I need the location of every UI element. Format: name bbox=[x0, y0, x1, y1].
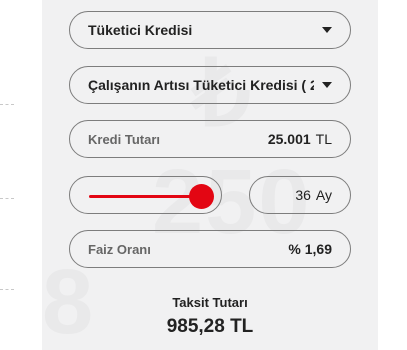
product-select[interactable]: Çalışanın Artısı Tüketici Kredisi ( 2... bbox=[69, 66, 351, 104]
caret-down-icon bbox=[322, 27, 332, 33]
term-slider-thumb[interactable] bbox=[189, 184, 214, 209]
right-page-strip bbox=[378, 0, 407, 350]
term-unit: Ay bbox=[315, 187, 332, 203]
loan-type-select[interactable]: Tüketici Kredisi bbox=[69, 11, 351, 49]
loan-amount-value[interactable]: 25.001 bbox=[268, 131, 311, 147]
loan-type-selected: Tüketici Kredisi bbox=[88, 22, 193, 38]
caret-down-icon bbox=[322, 82, 332, 88]
term-field[interactable]: 36 Ay bbox=[249, 176, 351, 214]
divider-line bbox=[0, 289, 14, 290]
divider-line bbox=[0, 104, 14, 105]
installment-label: Taksit Tutarı bbox=[172, 295, 248, 310]
installment-value: 985,28 TL bbox=[166, 316, 254, 337]
loan-amount-label: Kredi Tutarı bbox=[88, 131, 160, 147]
term-slider-track[interactable] bbox=[89, 195, 201, 198]
interest-rate-label: Faiz Oranı bbox=[88, 241, 151, 257]
loan-amount-field[interactable]: Kredi Tutarı 25.001 TL bbox=[69, 120, 351, 158]
product-selected: Çalışanın Artısı Tüketici Kredisi ( 2... bbox=[88, 77, 314, 93]
loan-amount-unit: TL bbox=[315, 131, 332, 147]
left-page-strip bbox=[0, 0, 42, 350]
interest-rate-value: % 1,69 bbox=[288, 241, 332, 257]
term-slider[interactable] bbox=[69, 176, 222, 214]
divider-line bbox=[0, 198, 14, 199]
interest-rate-field: Faiz Oranı % 1,69 bbox=[69, 230, 351, 268]
term-value[interactable]: 36 bbox=[295, 187, 311, 203]
